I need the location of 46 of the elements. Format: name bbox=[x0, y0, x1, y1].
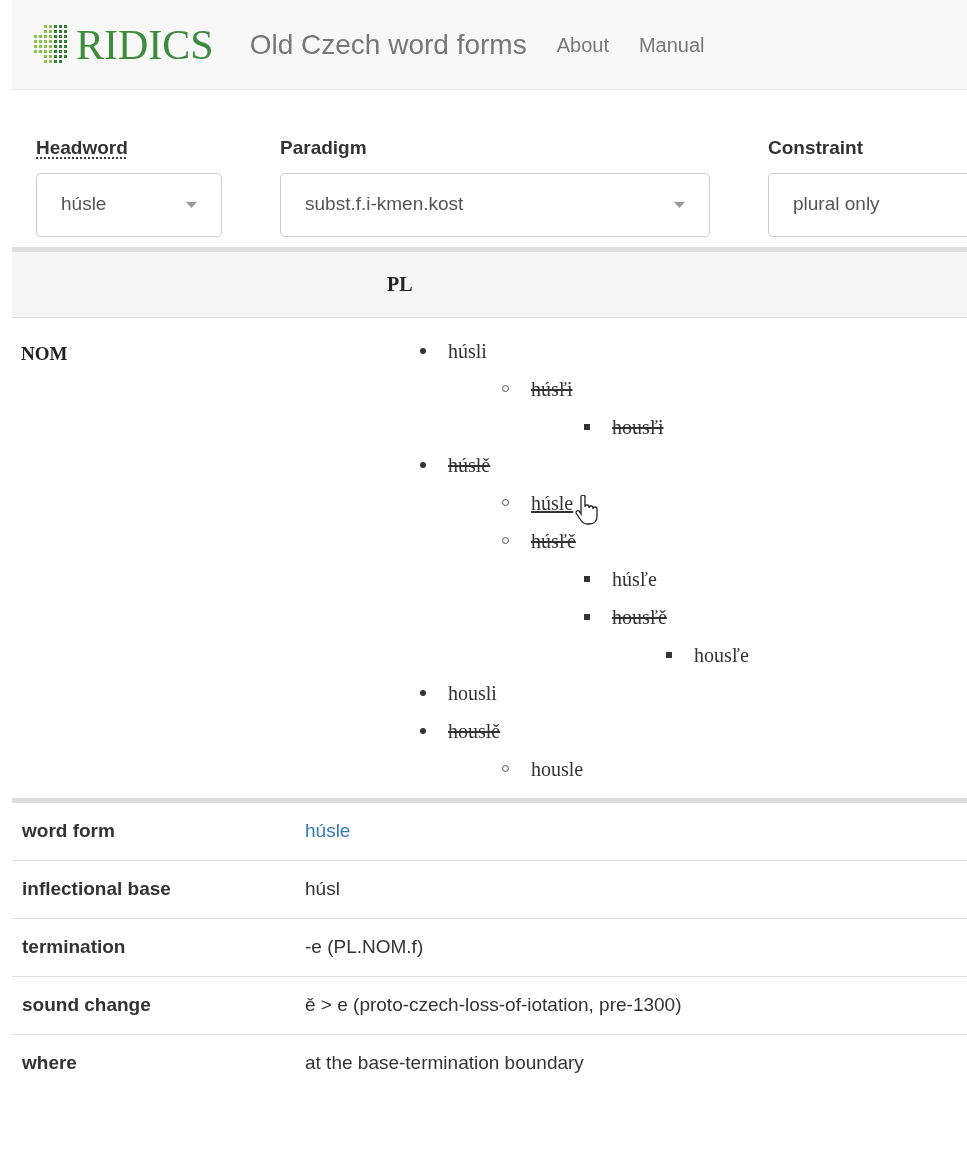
word-form[interactable]: housľi bbox=[612, 411, 664, 442]
select-field[interactable]: húsle bbox=[36, 172, 222, 237]
dot-grid-logo-icon bbox=[34, 24, 70, 65]
detail-value: ě > e (proto-czech-loss-of-iotation, pre-1300) bbox=[305, 992, 682, 1017]
caret-icon bbox=[186, 201, 197, 208]
bullet-icon bbox=[584, 613, 590, 620]
detail-value: -e (PL.NOM.f) bbox=[305, 934, 424, 959]
word-form[interactable]: húsle bbox=[531, 487, 574, 518]
nav-link[interactable]: Manual bbox=[638, 29, 705, 60]
detail-value: at the base-termination boundary bbox=[305, 1051, 584, 1076]
row-header: NOM bbox=[20, 341, 69, 366]
word-form[interactable]: housli bbox=[448, 677, 497, 708]
word-form[interactable]: húsľě bbox=[531, 525, 576, 556]
select-field[interactable]: plural only bbox=[768, 172, 967, 237]
column-header: PL bbox=[387, 272, 413, 297]
hand-cursor-icon bbox=[575, 494, 600, 525]
field-label: Constraint bbox=[768, 136, 863, 160]
detail-label: termination bbox=[21, 934, 127, 959]
detail-value: húsl bbox=[305, 876, 340, 901]
word-form[interactable]: húsľe bbox=[612, 563, 657, 594]
field-label: Paradigm bbox=[280, 136, 367, 160]
word-form[interactable]: houslě bbox=[448, 715, 501, 746]
bullet-icon bbox=[420, 689, 426, 696]
detail-label: word form bbox=[21, 818, 116, 843]
bullet-icon bbox=[666, 651, 672, 658]
bullet-icon bbox=[584, 423, 590, 430]
caret-icon bbox=[674, 201, 685, 208]
word-form[interactable]: húslě bbox=[448, 449, 491, 480]
word-form[interactable]: housle bbox=[531, 753, 584, 784]
detail-label: inflectional base bbox=[21, 876, 172, 901]
word-form[interactable]: húsľi bbox=[531, 373, 573, 404]
detail-link[interactable]: húsle bbox=[305, 816, 351, 846]
bullet-icon bbox=[420, 347, 426, 354]
bullet-icon bbox=[420, 461, 426, 468]
word-form[interactable]: housľe bbox=[694, 639, 749, 670]
nav-link[interactable]: About bbox=[556, 29, 609, 60]
bullet-icon bbox=[420, 727, 426, 734]
field-label: Headword bbox=[36, 136, 128, 160]
word-form[interactable]: húsli bbox=[448, 335, 487, 366]
detail-label: where bbox=[21, 1051, 78, 1076]
word-form[interactable]: housľě bbox=[612, 601, 667, 632]
app-title: Old Czech word forms bbox=[249, 27, 527, 62]
bullet-icon bbox=[584, 575, 590, 582]
brand-link[interactable]: RIDICS bbox=[34, 23, 214, 66]
select-field[interactable]: subst.f.i-kmen.kost bbox=[280, 172, 710, 237]
detail-label: sound change bbox=[21, 992, 152, 1017]
